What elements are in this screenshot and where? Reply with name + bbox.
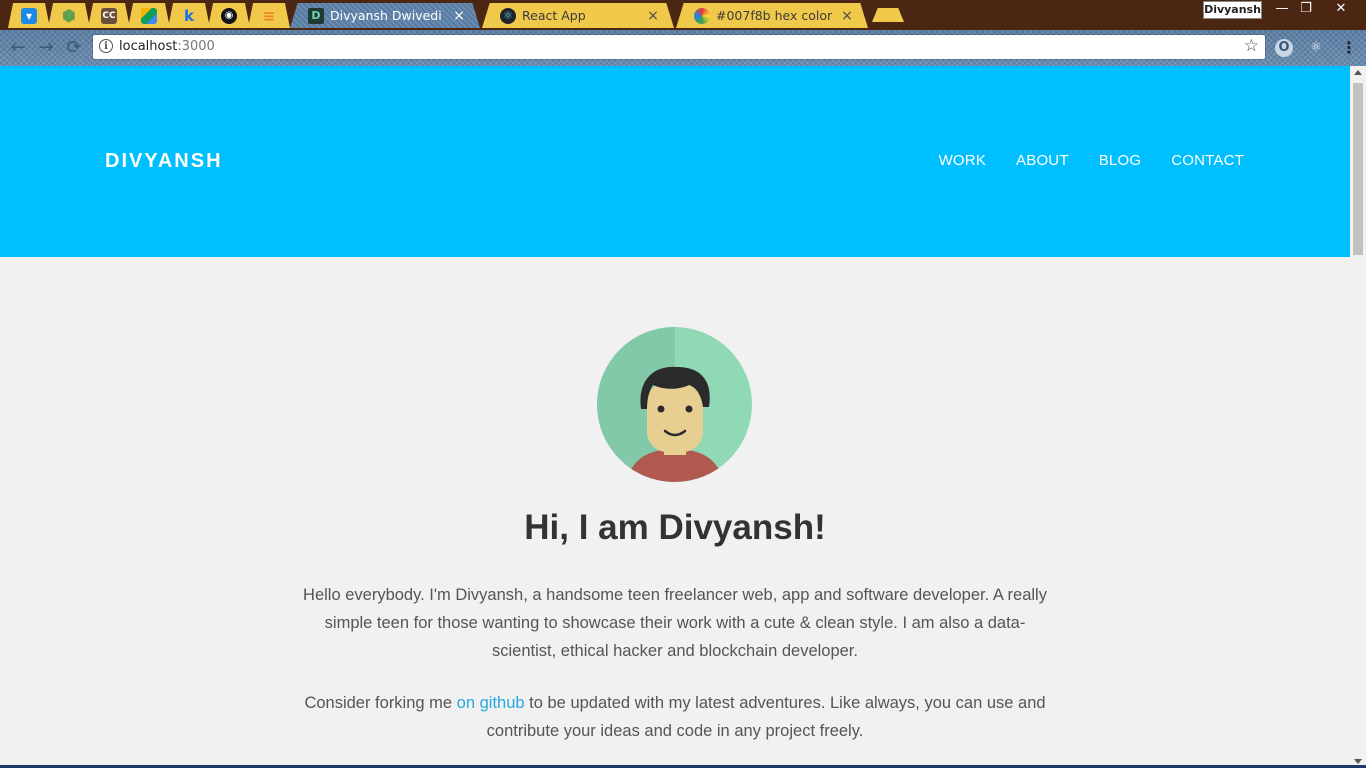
avatar-illustration-icon (597, 327, 752, 482)
maximize-icon[interactable]: ❐ (1294, 0, 1318, 18)
pinned-tab-6[interactable]: ◉ (208, 3, 250, 28)
tab-hex-color[interactable]: #007f8b hex color × (676, 3, 868, 28)
pinned-tab-3[interactable]: CC (88, 3, 130, 28)
brand-logo[interactable]: DIVYANSH (105, 150, 223, 173)
react-devtools-icon[interactable]: ⚛ (1307, 39, 1325, 57)
main-nav: WORK ABOUT BLOG CONTACT (939, 152, 1244, 169)
close-window-icon[interactable]: ✕ (1318, 0, 1364, 18)
tab-title: Divyansh Dwivedi (330, 8, 442, 23)
url-host: localhost (119, 39, 178, 54)
new-tab-button[interactable] (872, 8, 904, 22)
color-hex-icon (694, 7, 710, 24)
pinned-tab-1[interactable]: ▾ (8, 3, 50, 28)
fork-text-after: to be updated with my latest adventures.… (486, 694, 1046, 740)
minimize-icon[interactable]: — (1270, 0, 1294, 18)
tab-title: React App (522, 8, 586, 23)
close-tab-icon[interactable]: × (840, 8, 854, 24)
tab-title: #007f8b hex color (716, 8, 833, 23)
bird-icon: ▾ (21, 7, 37, 24)
fork-paragraph: Consider forking me on github to be upda… (295, 689, 1055, 745)
profile-button[interactable]: Divyansh (1203, 1, 1262, 19)
k-icon: k (184, 6, 194, 25)
site-info-icon[interactable]: i (99, 39, 113, 53)
scroll-up-icon[interactable] (1354, 70, 1362, 75)
close-tab-icon[interactable]: × (452, 8, 466, 24)
tab-react-app[interactable]: ⚛ React App × (482, 3, 674, 28)
hero-title: Hi, I am Divyansh! (524, 508, 826, 547)
pinned-tab-2[interactable]: ⬢ (48, 3, 90, 28)
site-header: DIVYANSH WORK ABOUT BLOG CONTACT (0, 66, 1350, 257)
scrollbar-thumb[interactable] (1353, 83, 1363, 255)
reload-icon[interactable]: ⟳ (64, 38, 84, 58)
node-hexagon-icon: ⬢ (62, 6, 76, 25)
fork-text-before: Consider forking me (304, 694, 457, 712)
pinned-tab-7[interactable]: ≡ (248, 3, 290, 28)
tab-strip: ▾ ⬢ CC k ◉ ≡ D Divyansh Dwivedi × ⚛ Reac… (0, 0, 1366, 30)
d-favicon-icon: D (308, 7, 324, 24)
close-tab-icon[interactable]: × (646, 8, 660, 24)
intro-paragraph: Hello everybody. I'm Divyansh, a handsom… (303, 586, 1047, 660)
back-icon[interactable]: ← (8, 38, 28, 58)
menu-icon[interactable]: ⋮ (1340, 39, 1358, 57)
nav-link-blog[interactable]: BLOG (1099, 152, 1141, 169)
forward-icon[interactable]: → (36, 38, 56, 58)
github-link[interactable]: on github (457, 694, 525, 712)
url-text: localhost:3000 (119, 39, 215, 54)
avatar (597, 327, 752, 482)
nav-link-contact[interactable]: CONTACT (1171, 152, 1244, 169)
opera-icon[interactable]: O (1275, 39, 1293, 57)
nav-link-work[interactable]: WORK (939, 152, 986, 169)
page-scrollbar[interactable] (1350, 66, 1366, 768)
page-viewport: DIVYANSH WORK ABOUT BLOG CONTACT Hi, I a… (0, 66, 1350, 768)
cc-icon: CC (101, 7, 117, 24)
pinned-tab-4[interactable] (128, 3, 170, 28)
tab-divyansh-dwivedi[interactable]: D Divyansh Dwivedi × (290, 3, 480, 28)
scroll-down-icon[interactable] (1354, 759, 1362, 764)
bookmark-star-icon[interactable]: ☆ (1244, 36, 1259, 56)
url-port: :3000 (177, 39, 215, 54)
drive-icon (141, 7, 157, 24)
pinned-tab-5[interactable]: k (168, 3, 210, 28)
stack-icon: ≡ (262, 6, 276, 25)
github-icon: ◉ (221, 7, 237, 24)
react-icon: ⚛ (500, 7, 516, 24)
nav-link-about[interactable]: ABOUT (1016, 152, 1069, 169)
address-bar[interactable]: i localhost:3000 ☆ (93, 35, 1265, 59)
